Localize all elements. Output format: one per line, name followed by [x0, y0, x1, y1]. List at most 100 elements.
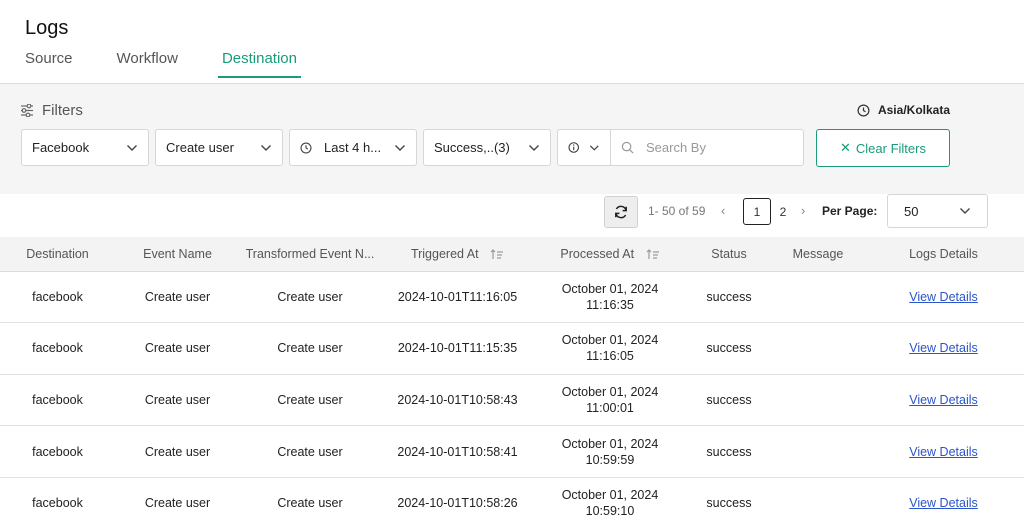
clear-filters-button[interactable]: ✕ Clear Filters [816, 129, 950, 167]
chevron-down-icon [261, 144, 271, 151]
sort-icon [646, 249, 659, 259]
cell-transformed-event: Create user [277, 444, 343, 459]
processed-time: 10:59:59 [585, 452, 635, 467]
table-row: facebook Create user Create user 2024-10… [0, 426, 1024, 478]
processed-time: 11:16:35 [586, 297, 634, 312]
destination-select-value: Facebook [32, 140, 90, 155]
column-header-processed-at[interactable]: Processed At [535, 237, 685, 272]
cell-destination: facebook [32, 289, 83, 304]
cell-event-name: Create user [144, 496, 211, 511]
refresh-button[interactable] [604, 196, 638, 228]
cell-status: success [706, 392, 752, 407]
cell-processed-at: October 01, 2024 11:16:35 [535, 271, 685, 323]
search-input[interactable]: Search By [610, 129, 804, 166]
cell-processed-at: October 01, 2024 11:00:01 [535, 374, 685, 426]
cell-message [773, 426, 863, 478]
search-placeholder: Search By [646, 140, 706, 155]
column-header-message: Message [773, 237, 863, 272]
cell-destination: facebook [32, 496, 83, 511]
cell-processed-at: October 01, 2024 10:59:10 [535, 477, 685, 528]
per-page-select[interactable]: 50 [887, 194, 988, 228]
cell-destination: facebook [32, 392, 83, 407]
filters-label: Filters [42, 102, 83, 119]
cell-message [773, 271, 863, 323]
info-icon [568, 142, 579, 153]
cell-event-name: Create user [144, 444, 211, 459]
pagination-bar: 1- 50 of 59 ‹ 1 2 › Per Page: 50 [0, 194, 1024, 236]
processed-date: October 01, 2024 [561, 281, 659, 296]
processed-time: 10:59:10 [585, 504, 635, 519]
chevron-right-icon[interactable]: › [801, 203, 805, 218]
cell-destination: facebook [32, 444, 83, 459]
column-header-destination: Destination [0, 237, 115, 272]
cell-transformed-event: Create user [277, 496, 343, 511]
cell-message [773, 477, 863, 528]
cell-message [773, 323, 863, 375]
filters-panel: Filters Asia/Kolkata Facebook Create use… [0, 84, 1024, 194]
cell-message [773, 374, 863, 426]
page-title: Logs [25, 17, 69, 39]
search-icon [621, 141, 634, 154]
page-button-2[interactable]: 2 [769, 198, 797, 225]
filters-heading: Filters [20, 102, 83, 119]
status-select[interactable]: Success,..(3) [423, 129, 551, 166]
cell-event-name: Create user [144, 341, 211, 356]
page-button-1[interactable]: 1 [743, 198, 771, 225]
processed-time: 11:00:01 [586, 400, 634, 415]
search-field-select[interactable] [557, 129, 611, 166]
clear-filters-label: Clear Filters [855, 140, 926, 156]
tab-source[interactable]: Source [25, 50, 73, 77]
column-header-transformed-event: Transformed Event N... [240, 237, 380, 272]
cell-triggered-at: 2024-10-01T10:58:43 [397, 392, 518, 407]
event-select-value: Create user [166, 140, 234, 155]
tab-destination[interactable]: Destination [217, 50, 302, 78]
cell-status: success [706, 289, 752, 304]
column-header-label: Processed At [560, 246, 635, 261]
cell-processed-at: October 01, 2024 11:16:05 [535, 323, 685, 375]
view-details-link[interactable]: View Details [863, 323, 1024, 375]
cell-transformed-event: Create user [277, 341, 343, 356]
chevron-down-icon [127, 144, 137, 151]
cell-destination: facebook [32, 341, 83, 356]
chevron-down-icon [395, 144, 405, 151]
sliders-icon [21, 104, 33, 117]
cell-triggered-at: 2024-10-01T11:15:35 [397, 341, 518, 356]
sort-icon [490, 249, 504, 259]
cell-triggered-at: 2024-10-01T10:58:26 [397, 496, 518, 511]
page-header: Logs Source Workflow Destination [0, 0, 1024, 84]
cell-transformed-event: Create user [277, 392, 343, 407]
destination-select[interactable]: Facebook [21, 129, 149, 166]
processed-date: October 01, 2024 [561, 333, 659, 348]
tab-bar: Source Workflow Destination [25, 50, 341, 78]
tab-workflow[interactable]: Workflow [117, 50, 178, 77]
timezone-label: Asia/Kolkata [877, 103, 950, 117]
event-select[interactable]: Create user [155, 129, 283, 166]
cell-event-name: Create user [144, 289, 211, 304]
cell-status: success [706, 341, 752, 356]
time-range-value: Last 4 h... [324, 140, 382, 155]
view-details-link[interactable]: View Details [863, 271, 1024, 323]
column-header-status: Status [685, 237, 773, 272]
timezone-indicator: Asia/Kolkata [857, 103, 950, 117]
cell-triggered-at: 2024-10-01T11:16:05 [397, 289, 518, 304]
processed-date: October 01, 2024 [561, 436, 659, 451]
chevron-down-icon [529, 144, 539, 151]
cell-triggered-at: 2024-10-01T10:58:41 [397, 444, 518, 459]
per-page-label: Per Page: [822, 204, 878, 218]
table-header-row: Destination Event Name Transformed Event… [0, 237, 1024, 272]
cell-status: success [706, 444, 752, 459]
view-details-link[interactable]: View Details [863, 426, 1024, 478]
view-details-link[interactable]: View Details [863, 477, 1024, 528]
refresh-icon [615, 205, 627, 219]
time-range-select[interactable]: Last 4 h... [289, 129, 417, 166]
processed-time: 11:16:05 [586, 349, 634, 364]
cell-processed-at: October 01, 2024 10:59:59 [535, 426, 685, 478]
view-details-link[interactable]: View Details [863, 374, 1024, 426]
logs-table: Destination Event Name Transformed Event… [0, 237, 1024, 528]
column-header-event-name: Event Name [115, 237, 240, 272]
cell-transformed-event: Create user [277, 289, 343, 304]
close-icon: ✕ [840, 140, 851, 155]
processed-date: October 01, 2024 [561, 488, 659, 503]
column-header-triggered-at[interactable]: Triggered At [380, 237, 535, 272]
chevron-left-icon[interactable]: ‹ [721, 203, 725, 218]
